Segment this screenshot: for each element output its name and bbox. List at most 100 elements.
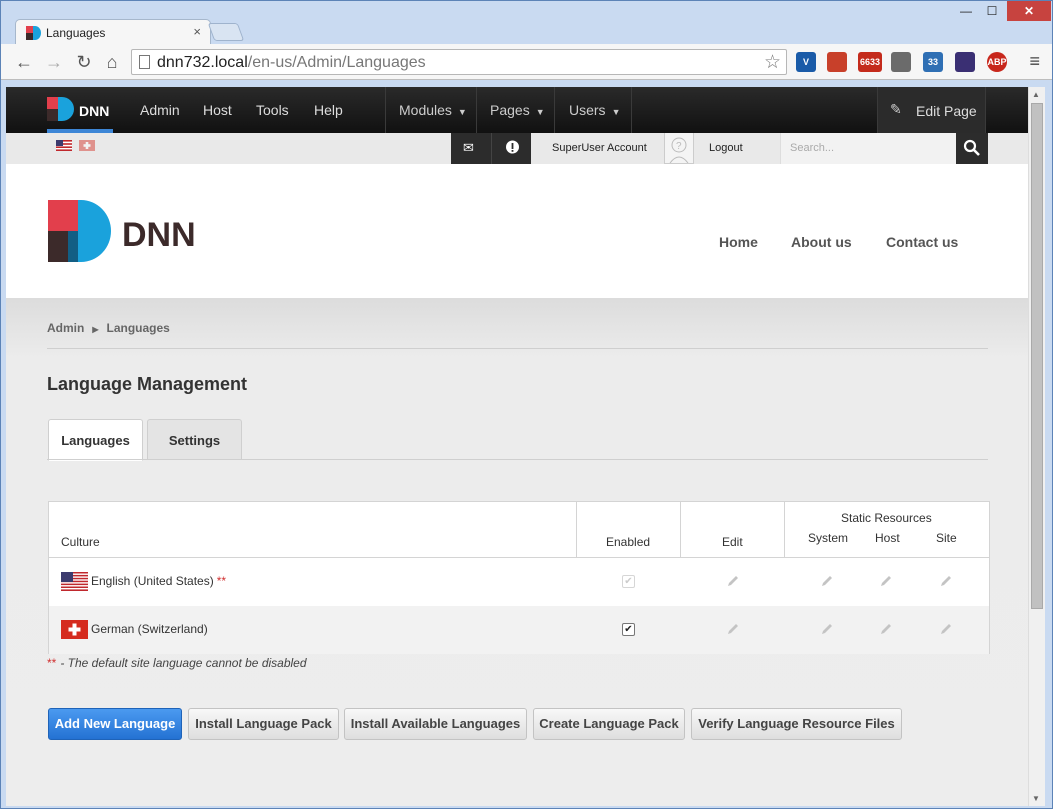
note-text: - The default site language cannot be di… xyxy=(60,656,307,670)
search-input[interactable]: Search... xyxy=(780,133,956,164)
nav-contact-us[interactable]: Contact us xyxy=(886,234,958,250)
pages-dropdown[interactable]: Pages ▼ xyxy=(490,102,545,118)
close-window-button[interactable]: ✕ xyxy=(1007,1,1051,21)
host-pencil-icon[interactable] xyxy=(879,622,893,636)
separator xyxy=(385,87,386,133)
swiss-flag-icon xyxy=(61,620,88,639)
install-available-languages-button[interactable]: Install Available Languages xyxy=(344,708,527,740)
caret-down-icon: ▼ xyxy=(457,107,467,117)
column-edit: Edit xyxy=(722,535,743,549)
browser-tab[interactable]: Languages × xyxy=(15,19,211,45)
nav-about-us[interactable]: About us xyxy=(791,234,852,250)
swiss-flag-icon[interactable] xyxy=(79,140,95,151)
keyboard-icon[interactable] xyxy=(891,52,911,72)
menu-help[interactable]: Help xyxy=(314,102,343,118)
divider xyxy=(47,348,988,349)
edit-page-button[interactable]: ✎ Edit Page xyxy=(877,87,986,133)
menu-host[interactable]: Host xyxy=(203,102,232,118)
user-account-link[interactable]: SuperUser Account xyxy=(552,142,647,154)
install-language-pack-button[interactable]: Install Language Pack xyxy=(188,708,339,740)
tab-settings[interactable]: Settings xyxy=(147,419,242,460)
host-pencil-icon[interactable] xyxy=(879,574,893,588)
culture-name: English (United States) ** xyxy=(91,574,227,588)
notifications-button[interactable] xyxy=(491,133,531,164)
control-bar-logo-text: DNN xyxy=(79,103,109,119)
book-icon[interactable] xyxy=(827,52,847,72)
breadcrumb-languages[interactable]: Languages xyxy=(107,321,170,335)
logout-link[interactable]: Logout xyxy=(709,142,743,154)
us-flag-icon[interactable] xyxy=(56,140,72,151)
tab-strip: Languages × — ☐ ✕ xyxy=(1,1,1052,45)
pencil-icon: ✎ xyxy=(890,101,902,117)
main-content: Admin ▶ Languages Language Management Lang… xyxy=(6,298,1028,806)
tab-close-icon[interactable]: × xyxy=(193,24,201,39)
abp-icon[interactable]: ABP xyxy=(987,52,1007,72)
site-pencil-icon[interactable] xyxy=(939,574,953,588)
site-pencil-icon[interactable] xyxy=(939,622,953,636)
calendar-icon[interactable]: 33 xyxy=(923,52,943,72)
system-pencil-icon[interactable] xyxy=(820,574,834,588)
messages-button[interactable]: ✉ xyxy=(451,133,491,164)
v-icon[interactable]: V xyxy=(796,52,816,72)
separator xyxy=(476,87,477,133)
scroll-down-icon[interactable]: ▼ xyxy=(1032,794,1040,803)
page-title: Language Management xyxy=(47,374,248,394)
edit-pencil-icon[interactable] xyxy=(726,574,740,588)
notification-bubble-icon xyxy=(506,140,519,154)
edit-pencil-icon[interactable] xyxy=(726,622,740,636)
column-separator xyxy=(576,502,577,557)
users-dropdown[interactable]: Users ▼ xyxy=(569,102,620,118)
minimize-button[interactable]: — xyxy=(953,1,979,21)
divider xyxy=(47,459,988,460)
scroll-up-icon[interactable]: ▲ xyxy=(1032,90,1040,99)
gmail-icon[interactable]: 6633 xyxy=(858,52,882,72)
us-flag-icon xyxy=(61,572,88,591)
avatar-placeholder-icon: ? xyxy=(669,137,689,163)
menu-admin[interactable]: Admin xyxy=(140,102,180,118)
bookmark-star-icon[interactable]: ☆ xyxy=(764,51,781,74)
browser-tab-title: Languages xyxy=(46,26,106,40)
new-tab-button[interactable] xyxy=(207,23,245,41)
reload-icon[interactable]: ↻ xyxy=(73,51,95,73)
forward-arrow-icon[interactable]: → xyxy=(43,51,65,73)
column-culture: Culture xyxy=(61,535,100,549)
maximize-button[interactable]: ☐ xyxy=(979,1,1005,21)
search-placeholder: Search... xyxy=(790,142,835,154)
page-icon xyxy=(139,55,150,69)
vertical-scrollbar[interactable]: ▲ ▼ xyxy=(1028,87,1045,806)
column-site: Site xyxy=(936,531,957,545)
verify-language-resource-files-button[interactable]: Verify Language Resource Files xyxy=(691,708,902,740)
nightsky-icon[interactable] xyxy=(955,52,975,72)
column-separator xyxy=(784,502,785,557)
add-new-language-button[interactable]: Add New Language xyxy=(48,708,182,740)
dnn-site-logo[interactable]: DNN xyxy=(48,200,218,262)
separator xyxy=(554,87,555,133)
dnn-logo-icon[interactable]: DNN xyxy=(47,94,113,126)
breadcrumb-admin[interactable]: Admin xyxy=(47,321,84,335)
scrollbar-thumb[interactable] xyxy=(1031,103,1043,609)
dnn-control-bar: DNN Admin Host Tools Help Modules ▼ Pages… xyxy=(6,87,1028,133)
system-pencil-icon[interactable] xyxy=(820,622,834,636)
menu-tools[interactable]: Tools xyxy=(256,102,289,118)
search-button[interactable] xyxy=(956,133,988,164)
caret-down-icon: ▼ xyxy=(535,107,545,117)
column-host: Host xyxy=(875,531,900,545)
column-separator xyxy=(680,502,681,557)
column-enabled: Enabled xyxy=(606,535,651,549)
browser-toolbar: ← → ↻ ⌂ dnn732.local/en-us/Admin/Languag… xyxy=(1,44,1052,80)
site-header: DNN Home About us Contact us xyxy=(6,164,1028,298)
nav-home[interactable]: Home xyxy=(719,234,758,250)
home-icon[interactable]: ⌂ xyxy=(101,51,123,73)
address-bar[interactable]: dnn732.local/en-us/Admin/Languages ☆ xyxy=(131,49,787,75)
note-marker: ** xyxy=(47,656,57,670)
create-language-pack-button[interactable]: Create Language Pack xyxy=(533,708,685,740)
back-arrow-icon[interactable]: ← xyxy=(13,51,35,73)
hamburger-menu-icon[interactable]: ≡ xyxy=(1029,51,1040,72)
avatar[interactable]: ? xyxy=(664,133,694,164)
tab-languages[interactable]: Languages xyxy=(48,419,143,461)
column-system: System xyxy=(808,531,849,545)
modules-dropdown[interactable]: Modules ▼ xyxy=(399,102,467,118)
envelope-icon: ✉ xyxy=(463,140,474,155)
caret-down-icon: ▼ xyxy=(611,107,621,117)
enabled-checkbox[interactable]: ✔ xyxy=(622,623,635,636)
